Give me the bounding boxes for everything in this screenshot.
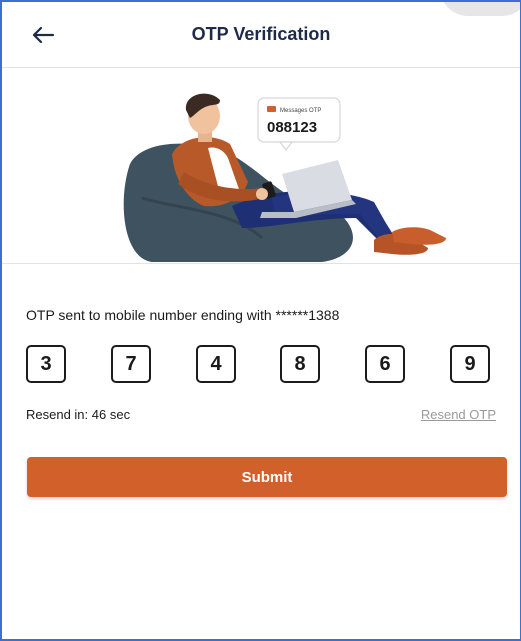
app-screen: OTP Verification Messages OTP 088123 OTP… — [0, 0, 521, 641]
svg-text:088123: 088123 — [267, 119, 317, 136]
app-header: OTP Verification — [2, 2, 520, 68]
otp-digit-3[interactable]: 4 — [196, 345, 236, 383]
otp-digit-6[interactable]: 9 — [450, 345, 490, 383]
otp-sent-message: OTP sent to mobile number ending with **… — [26, 307, 340, 323]
svg-text:Messages OTP: Messages OTP — [280, 108, 321, 114]
otp-digit-4[interactable]: 8 — [280, 345, 320, 383]
otp-illustration: Messages OTP 088123 — [2, 68, 520, 264]
resend-timer: Resend in: 46 sec — [26, 407, 131, 422]
otp-digit-2[interactable]: 7 — [111, 345, 151, 383]
otp-digit-5[interactable]: 6 — [365, 345, 405, 383]
submit-button[interactable]: Submit — [27, 457, 507, 497]
page-title: OTP Verification — [191, 24, 331, 44]
resend-otp-link[interactable]: Resend OTP — [421, 407, 496, 422]
person-on-beanbag-illustration: Messages OTP 088123 — [123, 93, 446, 262]
otp-input-group: 3 7 4 8 6 9 — [26, 345, 508, 385]
message-bubble: Messages OTP 088123 — [257, 97, 341, 151]
otp-digit-1[interactable]: 3 — [26, 345, 66, 383]
